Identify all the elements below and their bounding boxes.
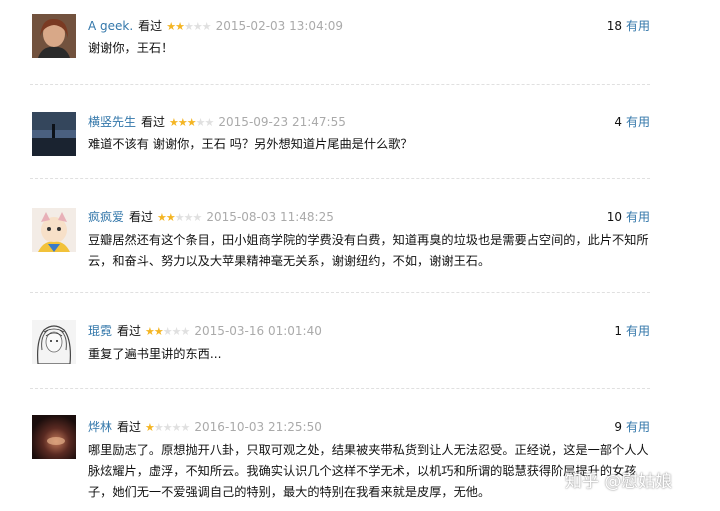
watched-status: 看过 <box>138 19 163 33</box>
star-empty-icon: ★ <box>171 421 182 434</box>
divider <box>30 84 650 86</box>
watched-status: 看过 <box>141 115 166 129</box>
watched-status: 看过 <box>117 324 142 338</box>
useful-button[interactable]: 有用 <box>626 420 650 434</box>
useful-vote: 18 有用 <box>607 16 650 36</box>
review-meta: 琨霓 看过 ★★★★★ 2015-03-16 01:01:40 <box>88 321 322 341</box>
watermark: 知乎 @慰姑娘 <box>565 472 673 492</box>
review-date: 2015-08-03 11:48:25 <box>206 210 334 224</box>
star-filled-icon: ★ <box>169 116 179 129</box>
username-link[interactable]: 琨霓 <box>88 324 112 338</box>
rating-stars: ★★★★★ <box>169 113 215 133</box>
username-link[interactable]: A geek. <box>88 19 133 33</box>
useful-count: 10 <box>606 210 622 224</box>
review-text: 重复了遍书里讲的东西... <box>88 347 222 361</box>
star-filled-icon: ★ <box>166 20 176 33</box>
star-empty-icon: ★ <box>192 20 203 33</box>
star-empty-icon: ★ <box>180 325 191 338</box>
avatar[interactable] <box>32 14 76 58</box>
useful-vote: 1 有用 <box>614 321 650 341</box>
avatar[interactable] <box>32 112 76 156</box>
star-empty-icon: ★ <box>174 211 185 224</box>
star-empty-icon: ★ <box>180 421 191 434</box>
useful-button[interactable]: 有用 <box>626 115 650 129</box>
rating-stars: ★★★★★ <box>145 322 191 342</box>
star-empty-icon: ★ <box>204 116 215 129</box>
rating-stars: ★★★★★ <box>157 208 203 228</box>
star-empty-icon: ★ <box>192 211 203 224</box>
review-date: 2015-09-23 21:47:55 <box>218 115 346 129</box>
star-filled-icon: ★ <box>165 211 176 224</box>
review-text: 豆瓣居然还有这个条目，田小姐商学院的学费没有白费，知道再臭的垃圾也是需要占空间的… <box>88 233 649 268</box>
avatar[interactable] <box>32 415 76 459</box>
review-meta: 烨林 看过 ★★★★★ 2016-10-03 21:25:50 <box>88 417 322 437</box>
review-meta: 疯疯爱 看过 ★★★★★ 2015-08-03 11:48:25 <box>88 207 334 227</box>
star-filled-icon: ★ <box>145 421 155 434</box>
star-empty-icon: ★ <box>201 20 212 33</box>
useful-count: 18 <box>606 19 622 33</box>
star-filled-icon: ★ <box>153 325 164 338</box>
useful-vote: 4 有用 <box>614 112 650 132</box>
star-empty-icon: ★ <box>183 211 194 224</box>
star-empty-icon: ★ <box>183 20 194 33</box>
star-empty-icon: ★ <box>162 421 173 434</box>
rating-stars: ★★★★★ <box>145 418 191 438</box>
review-meta: 横竖先生 看过 ★★★★★ 2015-09-23 21:47:55 <box>88 112 346 132</box>
rating-stars: ★★★★★ <box>166 17 212 37</box>
star-empty-icon: ★ <box>171 325 182 338</box>
divider <box>30 292 650 294</box>
review-date: 2016-10-03 21:25:50 <box>194 420 322 434</box>
useful-vote: 9 有用 <box>614 417 650 437</box>
username-link[interactable]: 横竖先生 <box>88 115 136 129</box>
useful-count: 9 <box>614 420 622 434</box>
watched-status: 看过 <box>129 210 154 224</box>
useful-button[interactable]: 有用 <box>626 210 650 224</box>
review-date: 2015-03-16 01:01:40 <box>194 324 322 338</box>
useful-button[interactable]: 有用 <box>626 19 650 33</box>
star-empty-icon: ★ <box>162 325 173 338</box>
star-empty-icon: ★ <box>153 421 164 434</box>
username-link[interactable]: 疯疯爱 <box>88 210 124 224</box>
star-filled-icon: ★ <box>175 20 185 33</box>
avatar[interactable] <box>32 208 76 252</box>
star-empty-icon: ★ <box>195 116 206 129</box>
avatar[interactable] <box>32 320 76 364</box>
star-filled-icon: ★ <box>145 325 155 338</box>
useful-vote: 10 有用 <box>607 207 650 227</box>
divider <box>30 388 650 390</box>
useful-count: 4 <box>614 115 622 129</box>
username-link[interactable]: 烨林 <box>88 420 112 434</box>
divider <box>30 178 650 180</box>
star-filled-icon: ★ <box>186 116 197 129</box>
review-text: 难道不该有 谢谢你，王石 吗？另外想知道片尾曲是什么歌？ <box>88 137 413 151</box>
star-filled-icon: ★ <box>177 116 188 129</box>
review-meta: A geek. 看过 ★★★★★ 2015-02-03 13:04:09 <box>88 16 343 36</box>
review-date: 2015-02-03 13:04:09 <box>215 19 344 33</box>
star-filled-icon: ★ <box>157 211 167 224</box>
watched-status: 看过 <box>117 420 142 434</box>
useful-count: 1 <box>614 324 622 338</box>
useful-button[interactable]: 有用 <box>626 324 650 338</box>
review-text: 谢谢你，王石！ <box>88 41 174 55</box>
